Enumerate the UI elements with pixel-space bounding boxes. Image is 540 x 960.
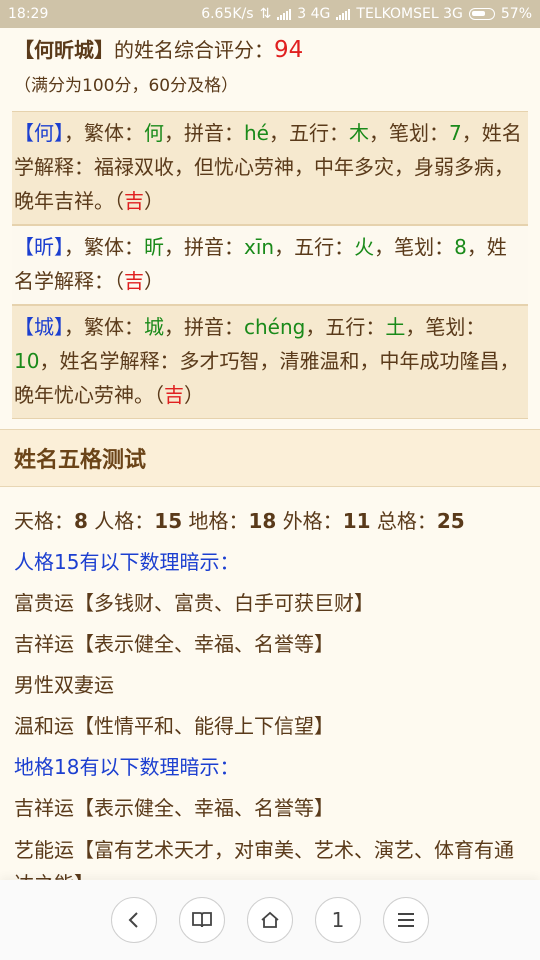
list-item: 吉祥运【表示健全、幸福、名誉等】 — [14, 632, 334, 656]
page-content[interactable]: 【何昕城】的姓名综合评分：94（满分为100分，60分及格） 【何】，繁体：何，… — [0, 28, 540, 880]
menu-icon — [398, 913, 414, 927]
signal-icon-2 — [336, 8, 351, 20]
tabs-button[interactable]: 1 — [315, 897, 361, 943]
char-bracket: 【何】 — [14, 121, 64, 145]
strokes-value: 8 — [454, 235, 467, 259]
character-card: 【何】，繁体：何，拼音：hé，五行：木，笔划：7，姓名学解释：福禄双收，但忧心劳… — [12, 111, 528, 225]
wuge-content: 天格：8 人格：15 地格：18 外格：11 总格：25 人格15有以下数理暗示… — [0, 487, 540, 880]
score-summary: 【何昕城】的姓名综合评分：94 （满分为100分，60分及格） — [0, 28, 540, 103]
wuge-grid-line: 天格：8 人格：15 地格：18 外格：11 总格：25 — [14, 501, 526, 542]
wuxing-label: ，五行： — [268, 121, 349, 145]
chevron-left-icon — [128, 912, 138, 928]
home-button[interactable] — [247, 897, 293, 943]
grid-value: 8 — [74, 509, 88, 533]
luck-close: ） — [144, 269, 164, 293]
luck-value: 吉 — [124, 189, 144, 213]
back-button[interactable] — [111, 897, 157, 943]
wuxing-value: 土 — [385, 315, 406, 339]
grid-label: 地格： — [188, 509, 249, 533]
list-item: 温和运【性情平和、能得上下信望】 — [14, 714, 334, 738]
network-speed: 6.65K/s — [201, 6, 254, 22]
trad-label: ，繁体： — [64, 315, 144, 339]
list-item: 吉祥运【表示健全、幸福、名誉等】 — [14, 796, 334, 820]
carrier-name: TELKOMSEL 3G — [356, 6, 463, 22]
bookmarks-button[interactable] — [179, 897, 225, 943]
grid-label: 人格： — [94, 509, 155, 533]
grid-value: 11 — [342, 509, 371, 533]
dige-title: 地格18有以下数理暗示： — [14, 755, 240, 779]
network-type: 3 4G — [297, 6, 331, 22]
trad-label: ，繁体： — [64, 121, 144, 145]
section-title-wuge: 姓名五格测试 — [0, 429, 540, 487]
luck-open: （ — [154, 383, 164, 407]
pinyin-value: hé — [244, 121, 269, 145]
list-item: 男性双妻运 — [14, 673, 114, 697]
char-bracket: 【城】 — [14, 315, 64, 339]
explain-text: ，姓名学解释：多才巧智，清雅温和，中年成功隆昌，晚年忧心劳神。 — [14, 349, 520, 407]
list-item: 富贵运【多钱财、富贵、白手可获巨财】 — [14, 591, 374, 615]
strokes-value: 10 — [14, 349, 40, 373]
home-icon — [261, 911, 279, 928]
grid-value: 25 — [436, 509, 465, 533]
signal-icon — [277, 8, 292, 20]
status-bar: 18:29 6.65K/s ⇅ 3 4G TELKOMSEL 3G 57% — [0, 0, 540, 28]
renge-title: 人格15有以下数理暗示： — [14, 550, 240, 574]
battery-level: 57% — [500, 6, 532, 22]
bottom-navigation: 1 — [0, 880, 540, 960]
character-card: 【昕】，繁体：昕，拼音：xīn，五行：火，笔划：8，姓名学解释：（吉） — [12, 225, 528, 305]
pinyin-label: ，拼音： — [164, 235, 244, 259]
status-time: 18:29 — [8, 6, 49, 22]
menu-button[interactable] — [383, 897, 429, 943]
luck-open: （ — [114, 269, 124, 293]
wuxing-value: 火 — [354, 235, 375, 259]
trad-char: 城 — [144, 315, 164, 339]
trad-char: 何 — [144, 121, 164, 145]
luck-open: （ — [114, 189, 124, 213]
grid-label: 外格： — [282, 509, 343, 533]
data-arrows-icon: ⇅ — [259, 6, 272, 22]
total-score: 94 — [274, 37, 304, 63]
grid-label: 天格： — [14, 509, 74, 533]
trad-char: 昕 — [144, 235, 164, 259]
pinyin-value: xīn — [244, 235, 275, 259]
pinyin-label: ，拼音： — [164, 121, 244, 145]
score-note: （满分为100分，60分及格） — [14, 76, 239, 96]
luck-close: ） — [144, 189, 164, 213]
char-bracket: 【昕】 — [14, 235, 64, 259]
wuxing-label: ，五行： — [305, 315, 386, 339]
battery-icon — [468, 8, 495, 20]
luck-close: ） — [184, 383, 204, 407]
pinyin-value: chéng — [244, 315, 306, 339]
pinyin-label: ，拼音： — [164, 315, 244, 339]
grid-value: 18 — [248, 509, 277, 533]
wuxing-value: 木 — [348, 121, 369, 145]
strokes-label: ，笔划： — [368, 121, 449, 145]
luck-value: 吉 — [164, 383, 184, 407]
luck-value: 吉 — [124, 269, 144, 293]
character-card: 【城】，繁体：城，拼音：chéng，五行：土，笔划： 10，姓名学解释：多才巧智，… — [12, 305, 528, 419]
summary-text: 的姓名综合评分： — [114, 38, 274, 62]
grid-value: 15 — [154, 509, 183, 533]
strokes-label: ，笔划： — [374, 235, 455, 259]
status-right-group: 6.65K/s ⇅ 3 4G TELKOMSEL 3G 57% — [201, 6, 532, 22]
trad-label: ，繁体： — [64, 235, 144, 259]
tab-count: 1 — [331, 908, 345, 932]
full-name: 【何昕城】 — [14, 38, 114, 62]
wuxing-label: ，五行： — [274, 235, 355, 259]
strokes-value: 7 — [448, 121, 462, 145]
book-icon — [192, 912, 212, 928]
list-item: 艺能运【富有艺术天才，对审美、艺术、演艺、体育有通达之能】 — [14, 838, 514, 880]
strokes-label: ，笔划： — [405, 315, 486, 339]
grid-label: 总格： — [376, 509, 437, 533]
